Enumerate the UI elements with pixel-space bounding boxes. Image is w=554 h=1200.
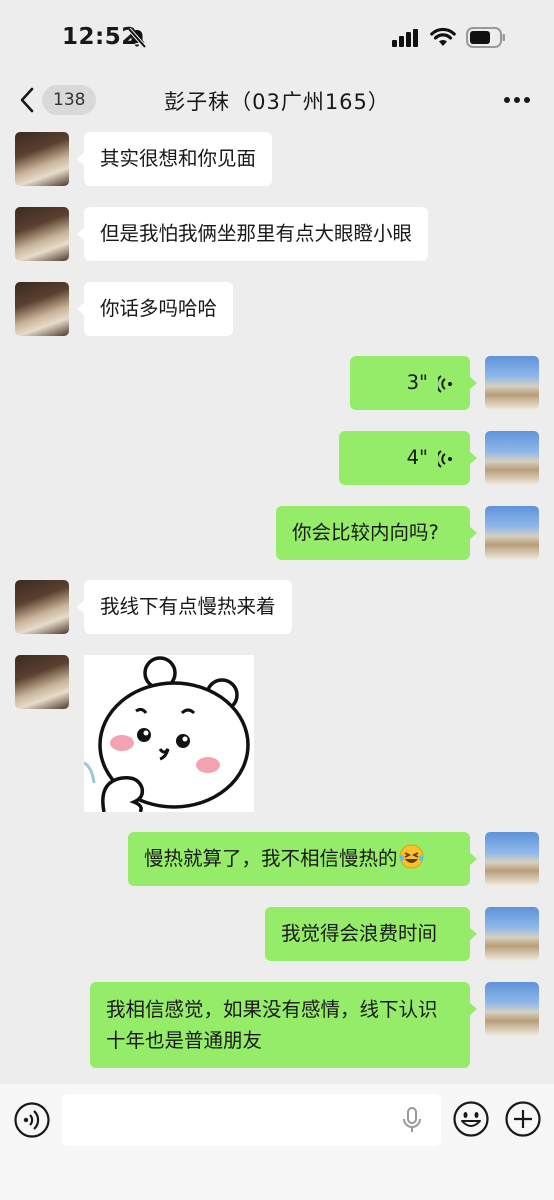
chat-header: 138 彭子秣（03广州165） [0,76,554,126]
message-bubble[interactable]: 其实很想和你见面 [76,132,273,186]
contact-avatar[interactable] [15,132,69,186]
message-input[interactable] [62,1094,441,1146]
message-bubble[interactable]: 慢热就算了，我不相信慢热的 [128,832,477,886]
message-bubble[interactable]: 我线下有点慢热来着 [77,580,292,634]
contact-avatar[interactable] [15,655,69,709]
my-avatar[interactable] [485,982,539,1036]
voice-message-bubble[interactable]: 4" [339,431,477,485]
voice-duration: 4" [406,446,428,469]
emoji-icon[interactable] [453,1101,489,1137]
voice-wave-icon [438,449,452,468]
contact-avatar[interactable] [15,207,69,261]
message-bubble[interactable]: 你会比较内向吗? [276,506,477,560]
microphone-icon[interactable] [402,1107,422,1133]
voice-mode-icon[interactable] [14,1102,50,1138]
input-bar [0,1084,554,1200]
voice-duration: 3" [406,371,428,394]
my-avatar[interactable] [485,907,539,961]
message-text: 慢热就算了，我不相信慢热的 [144,847,398,870]
bell-slash-icon [128,28,146,48]
cellular-signal-icon [392,29,418,47]
message-bubble[interactable]: 你话多吗哈哈 [76,282,234,336]
plus-icon[interactable] [505,1101,541,1137]
contact-avatar[interactable] [15,282,69,336]
message-list[interactable]: 其实很想和你见面 但是我怕我俩坐那里有点大眼瞪小眼 你话多吗哈哈 3" 4" 你… [0,126,554,1084]
my-avatar[interactable] [485,506,539,560]
my-avatar[interactable] [485,431,539,485]
message-bubble[interactable]: 我相信感觉，如果没有感情，线下认识十年也是普通朋友 [90,982,477,1068]
voice-wave-icon [438,374,452,393]
chat-title: 彭子秣（03广州165） [164,90,390,114]
status-bar: 12:52 [0,0,554,76]
my-avatar[interactable] [485,356,539,410]
wifi-icon [430,27,456,46]
message-bubble[interactable]: 但是我怕我俩坐那里有点大眼瞪小眼 [76,207,429,261]
voice-message-bubble[interactable]: 3" [350,356,477,410]
battery-icon [466,27,505,48]
more-dots-icon[interactable] [502,92,532,108]
laughing-crying-emoji [399,844,424,869]
my-avatar[interactable] [485,832,539,886]
status-time: 12:52 [62,24,138,50]
message-bubble[interactable]: 我觉得会浪费时间 [265,907,477,961]
white-bear-thinking-sticker[interactable] [84,655,254,812]
contact-avatar[interactable] [15,580,69,634]
